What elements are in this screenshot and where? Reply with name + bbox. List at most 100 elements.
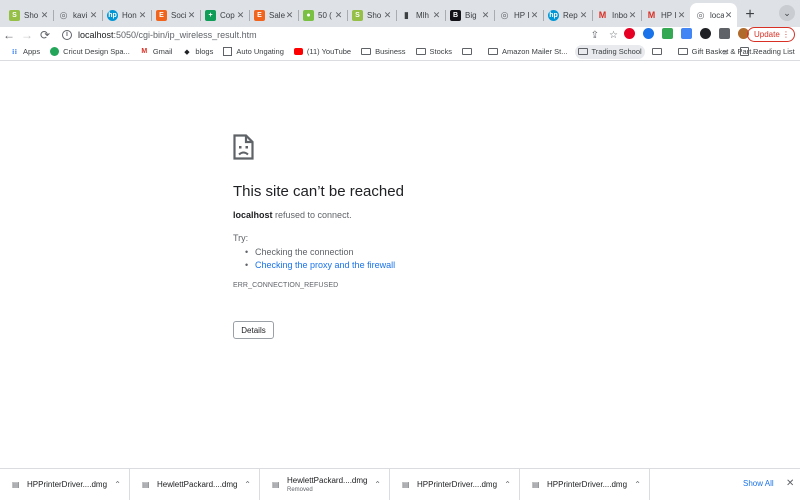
extension-icon[interactable] bbox=[700, 28, 711, 39]
error-page: This site can’t be reached localhost ref… bbox=[0, 62, 800, 468]
extension-icon[interactable] bbox=[681, 28, 692, 39]
tab-8[interactable]: ▮ Mlh ✕ bbox=[396, 3, 445, 27]
extension-icon[interactable] bbox=[643, 28, 654, 39]
close-icon[interactable]: ✕ bbox=[481, 10, 490, 21]
bookmark-star-icon[interactable]: ☆ bbox=[609, 30, 618, 41]
bookmark-label: Gmail bbox=[152, 47, 173, 56]
tab-search-chevron-icon[interactable]: ⌄ bbox=[779, 5, 795, 21]
new-tab-button[interactable]: + bbox=[739, 3, 761, 27]
download-item[interactable]: ▤ HPPrinterDriver....dmg ⌃ bbox=[520, 468, 650, 500]
folder-icon bbox=[651, 48, 662, 55]
close-icon[interactable]: ✕ bbox=[432, 10, 441, 21]
download-item[interactable]: ▤ HPPrinterDriver....dmg ⌃ bbox=[390, 468, 520, 500]
show-all-button[interactable]: Show All bbox=[743, 479, 774, 488]
tab-3[interactable]: E Soci ✕ bbox=[151, 3, 200, 27]
chevron-up-icon[interactable]: ⌃ bbox=[244, 480, 251, 489]
tab-13[interactable]: M HP I ✕ bbox=[641, 3, 690, 27]
bookmark-item-0[interactable]: ⁝⁝ Apps bbox=[7, 45, 43, 59]
download-item[interactable]: ▤ HewlettPackard....dmg Removed ⌃ bbox=[260, 468, 390, 500]
share-icon[interactable]: ⇪ bbox=[591, 30, 599, 41]
chevron-right-icon[interactable]: » bbox=[723, 47, 728, 57]
download-filename: HPPrinterDriver....dmg bbox=[27, 480, 108, 489]
bookmark-item-2[interactable]: M Gmail bbox=[137, 45, 176, 59]
gmail-icon: M bbox=[141, 48, 148, 55]
bookmark-item-4[interactable]: Auto Ungating bbox=[220, 45, 287, 59]
tab-2[interactable]: hp Hon ✕ bbox=[102, 3, 151, 27]
download-item[interactable]: ▤ HPPrinterDriver....dmg ⌃ bbox=[0, 468, 130, 500]
update-button[interactable]: Update ⋮ bbox=[747, 27, 795, 42]
tab-1[interactable]: ◎ kavi ✕ bbox=[53, 3, 102, 27]
chevron-up-icon[interactable]: ⌃ bbox=[634, 480, 641, 489]
bookmark-item-7[interactable]: Stocks bbox=[413, 45, 456, 59]
close-icon[interactable]: ✕ bbox=[579, 10, 588, 21]
tab-title: Sale bbox=[269, 10, 285, 20]
bookmark-label: Apps bbox=[23, 47, 41, 56]
close-icon[interactable]: ✕ bbox=[383, 10, 392, 21]
tab-0[interactable]: S Sho ✕ bbox=[4, 3, 53, 27]
tab-4[interactable]: + Cop ✕ bbox=[200, 3, 249, 27]
back-button[interactable]: ← bbox=[0, 27, 18, 43]
forward-button[interactable]: → bbox=[18, 27, 36, 43]
tab-12[interactable]: M Inbo ✕ bbox=[592, 3, 641, 27]
close-icon[interactable]: ✕ bbox=[89, 10, 98, 21]
youtube-icon bbox=[293, 48, 303, 55]
pinterest-extension-icon[interactable] bbox=[624, 28, 635, 39]
bookmark-item-8[interactable] bbox=[459, 45, 479, 59]
hp-icon: hp bbox=[107, 9, 118, 21]
tab-7[interactable]: S Sho ✕ bbox=[347, 3, 396, 27]
tab-6[interactable]: ● 50 (✕ bbox=[298, 3, 347, 27]
etsy-icon: E bbox=[156, 9, 167, 21]
close-icon[interactable]: ✕ bbox=[786, 478, 794, 489]
close-icon[interactable]: ✕ bbox=[334, 10, 343, 21]
suggestion-proxy-firewall-link[interactable]: Checking the proxy and the firewall bbox=[245, 259, 395, 272]
tab-11[interactable]: hp Rep ✕ bbox=[543, 3, 592, 27]
close-icon[interactable]: ✕ bbox=[628, 10, 637, 21]
url-path: :5050/cgi-bin/ip_wireless_result.htm bbox=[113, 30, 257, 40]
reading-list-button[interactable]: Reading List bbox=[740, 47, 795, 56]
chevron-up-icon[interactable]: ⌃ bbox=[114, 480, 121, 489]
close-icon[interactable]: ✕ bbox=[138, 10, 147, 21]
etsy-icon: E bbox=[254, 9, 265, 21]
info-icon[interactable]: i bbox=[62, 30, 72, 40]
close-icon[interactable]: ✕ bbox=[724, 10, 733, 21]
chart-icon: ▮ bbox=[404, 9, 409, 20]
download-text: HPPrinterDriver....dmg bbox=[417, 480, 497, 489]
tab-14[interactable]: ◎ loca ✕ bbox=[690, 3, 737, 27]
bookmark-item-6[interactable]: Business bbox=[358, 45, 408, 59]
tab-9[interactable]: B Big ✕ bbox=[445, 3, 494, 27]
tab-title: HP I bbox=[661, 10, 677, 20]
url-host: localhost bbox=[78, 30, 114, 40]
download-text: HewlettPackard....dmg Removed bbox=[287, 476, 367, 493]
extension-icon[interactable] bbox=[662, 28, 673, 39]
bookmark-label: (11) YouTube bbox=[306, 47, 352, 56]
address-bar[interactable]: i localhost:5050/cgi-bin/ip_wireless_res… bbox=[62, 27, 618, 43]
download-item[interactable]: ▤ HewlettPackard....dmg ⌃ bbox=[130, 468, 260, 500]
bookmark-item-1[interactable]: Cricut Design Spa... bbox=[47, 45, 133, 59]
close-icon[interactable]: ✕ bbox=[285, 10, 294, 21]
bookmark-item-5[interactable]: (11) YouTube bbox=[291, 45, 354, 59]
sad-page-icon bbox=[233, 134, 254, 160]
error-code: ERR_CONNECTION_REFUSED bbox=[233, 282, 339, 289]
bookmark-item-10[interactable]: Trading School bbox=[574, 44, 645, 59]
close-icon[interactable]: ✕ bbox=[187, 10, 196, 21]
close-icon[interactable]: ✕ bbox=[236, 10, 245, 21]
download-text: HPPrinterDriver....dmg bbox=[547, 480, 627, 489]
hp-icon: hp bbox=[548, 9, 559, 21]
close-icon[interactable]: ✕ bbox=[530, 10, 539, 21]
close-icon[interactable]: ✕ bbox=[677, 10, 686, 21]
reload-button[interactable]: ⟳ bbox=[36, 27, 54, 43]
file-icon: ▤ bbox=[272, 480, 280, 489]
bookmark-item-9[interactable]: Amazon Mailer St... bbox=[485, 45, 570, 59]
bookmark-item-3[interactable]: ◆ blogs bbox=[179, 45, 216, 59]
puzzle-icon[interactable] bbox=[719, 28, 730, 39]
bookmark-label: Trading School bbox=[591, 47, 642, 56]
chevron-up-icon[interactable]: ⌃ bbox=[374, 480, 381, 489]
details-button[interactable]: Details bbox=[233, 321, 274, 339]
extensions-row bbox=[624, 28, 749, 39]
bookmark-item-11[interactable] bbox=[649, 45, 669, 59]
close-icon[interactable]: ✕ bbox=[40, 10, 49, 21]
tab-5[interactable]: E Sale ✕ bbox=[249, 3, 298, 27]
sheets-icon: + bbox=[205, 9, 216, 21]
tab-10[interactable]: ◎ HP I ✕ bbox=[494, 3, 543, 27]
chevron-up-icon[interactable]: ⌃ bbox=[504, 480, 511, 489]
